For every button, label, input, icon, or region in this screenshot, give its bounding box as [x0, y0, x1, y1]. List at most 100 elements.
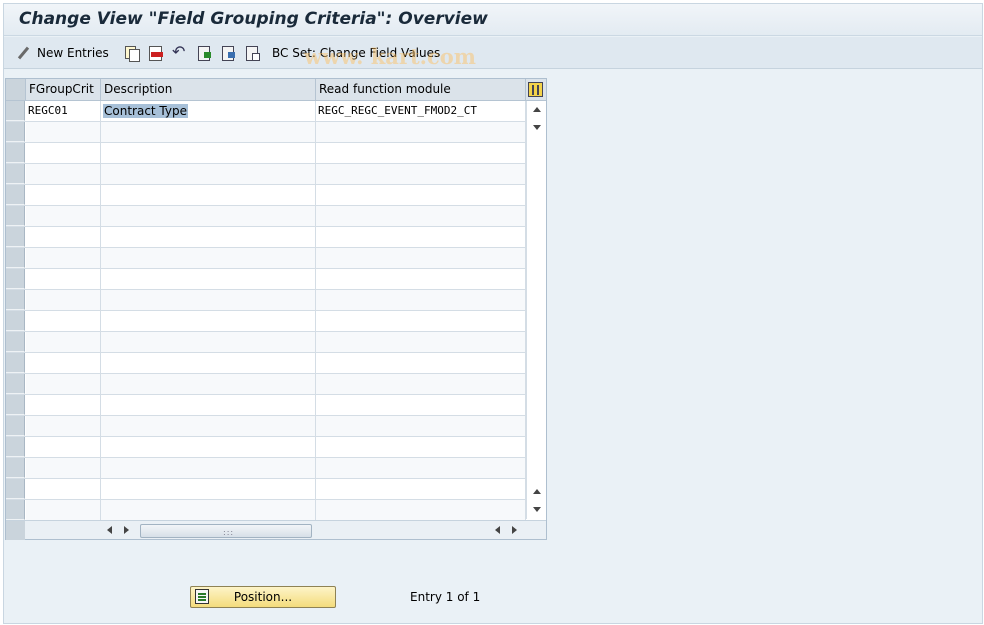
row-selector[interactable] — [6, 395, 25, 415]
cell-description[interactable] — [101, 395, 316, 415]
cell-read-function-module[interactable] — [316, 479, 526, 499]
row-selector[interactable] — [6, 290, 25, 310]
cell-read-function-module[interactable] — [316, 437, 526, 457]
cell-fgroupcrit[interactable] — [26, 374, 101, 394]
cell-read-function-module[interactable] — [316, 269, 526, 289]
column-header-description[interactable]: Description — [101, 79, 316, 100]
row-selector[interactable] — [6, 458, 25, 478]
cell-description[interactable] — [101, 248, 316, 268]
scroll-page-up-icon[interactable] — [533, 489, 541, 494]
cell-description[interactable] — [101, 458, 316, 478]
cell-description[interactable] — [101, 164, 316, 184]
row-selector[interactable] — [6, 500, 25, 520]
cell-description[interactable] — [101, 206, 316, 226]
scroll-left-end-icon[interactable] — [495, 526, 500, 534]
cell-description[interactable] — [101, 269, 316, 289]
cell-read-function-module[interactable] — [316, 227, 526, 247]
row-selector[interactable] — [6, 227, 25, 247]
cell-read-function-module[interactable] — [316, 185, 526, 205]
cell-description[interactable] — [101, 227, 316, 247]
cell-fgroupcrit[interactable] — [26, 479, 101, 499]
row-selector[interactable] — [6, 143, 25, 163]
cell-fgroupcrit[interactable] — [26, 332, 101, 352]
select-all-rows-corner[interactable] — [6, 79, 26, 100]
row-selector[interactable] — [6, 311, 25, 331]
cell-description[interactable] — [101, 374, 316, 394]
cell-read-function-module[interactable]: REGC_REGC_EVENT_FMOD2_CT — [316, 101, 526, 121]
row-selector[interactable] — [6, 353, 25, 373]
cell-read-function-module[interactable] — [316, 353, 526, 373]
cell-description[interactable]: Contract Type — [101, 101, 316, 121]
scroll-right-end-icon[interactable] — [512, 526, 517, 534]
deselect-all-button[interactable] — [244, 43, 260, 63]
cell-fgroupcrit[interactable] — [26, 122, 101, 142]
cell-description[interactable] — [101, 437, 316, 457]
cell-fgroupcrit[interactable] — [26, 353, 101, 373]
cell-fgroupcrit[interactable] — [26, 458, 101, 478]
row-selector[interactable] — [6, 206, 25, 226]
cell-read-function-module[interactable] — [316, 500, 526, 520]
horizontal-scroll-thumb[interactable]: ::: — [140, 524, 312, 538]
cell-fgroupcrit[interactable] — [26, 206, 101, 226]
row-selector[interactable] — [6, 122, 25, 142]
scroll-page-down-icon[interactable] — [533, 507, 541, 512]
row-selector[interactable] — [6, 374, 25, 394]
row-selector[interactable] — [6, 332, 25, 352]
cell-read-function-module[interactable] — [316, 332, 526, 352]
cell-read-function-module[interactable] — [316, 248, 526, 268]
vertical-scrollbar[interactable] — [526, 101, 546, 519]
cell-description[interactable] — [101, 332, 316, 352]
cell-description[interactable] — [101, 311, 316, 331]
cell-description[interactable] — [101, 290, 316, 310]
cell-fgroupcrit[interactable] — [26, 395, 101, 415]
new-entries-button[interactable]: New Entries — [16, 43, 109, 63]
row-selector[interactable] — [6, 416, 25, 436]
row-selector[interactable] — [6, 185, 25, 205]
cell-fgroupcrit[interactable] — [26, 416, 101, 436]
table-settings-icon[interactable] — [528, 82, 543, 97]
copy-as-button[interactable] — [124, 43, 140, 63]
cell-read-function-module[interactable] — [316, 164, 526, 184]
cell-description[interactable] — [101, 416, 316, 436]
cell-fgroupcrit[interactable] — [26, 311, 101, 331]
cell-fgroupcrit[interactable] — [26, 269, 101, 289]
cell-description[interactable] — [101, 500, 316, 520]
cell-read-function-module[interactable] — [316, 395, 526, 415]
row-selector[interactable] — [6, 248, 25, 268]
cell-description[interactable] — [101, 122, 316, 142]
horizontal-scrollbar[interactable]: ::: — [6, 520, 546, 540]
delete-button[interactable] — [148, 43, 164, 63]
cell-read-function-module[interactable] — [316, 206, 526, 226]
undo-change-button[interactable] — [172, 42, 188, 63]
scroll-left-icon[interactable] — [107, 526, 112, 534]
cell-read-function-module[interactable] — [316, 374, 526, 394]
scroll-right-icon[interactable] — [124, 526, 129, 534]
cell-fgroupcrit[interactable] — [26, 437, 101, 457]
bc-set-button[interactable]: BC Set: Change Field Values — [272, 43, 440, 63]
cell-read-function-module[interactable] — [316, 143, 526, 163]
cell-read-function-module[interactable] — [316, 290, 526, 310]
cell-read-function-module[interactable] — [316, 311, 526, 331]
row-selector[interactable] — [6, 437, 25, 457]
select-all-button[interactable] — [196, 43, 212, 63]
scroll-up-icon[interactable] — [533, 107, 541, 112]
cell-fgroupcrit[interactable] — [26, 290, 101, 310]
cell-fgroupcrit[interactable] — [26, 227, 101, 247]
cell-fgroupcrit[interactable] — [26, 143, 101, 163]
cell-fgroupcrit[interactable] — [26, 248, 101, 268]
cell-fgroupcrit[interactable]: REGC01 — [26, 101, 101, 121]
row-selector[interactable] — [6, 164, 25, 184]
cell-description[interactable] — [101, 185, 316, 205]
cell-read-function-module[interactable] — [316, 416, 526, 436]
column-header-read-function-module[interactable]: Read function module — [316, 79, 526, 100]
scroll-down-icon[interactable] — [533, 125, 541, 130]
cell-fgroupcrit[interactable] — [26, 185, 101, 205]
row-selector[interactable] — [6, 269, 25, 289]
cell-fgroupcrit[interactable] — [26, 164, 101, 184]
select-block-button[interactable] — [220, 43, 236, 63]
cell-description[interactable] — [101, 143, 316, 163]
cell-read-function-module[interactable] — [316, 122, 526, 142]
cell-description[interactable] — [101, 479, 316, 499]
cell-description[interactable] — [101, 353, 316, 373]
column-header-fgroupcrit[interactable]: FGroupCrit — [26, 79, 101, 100]
